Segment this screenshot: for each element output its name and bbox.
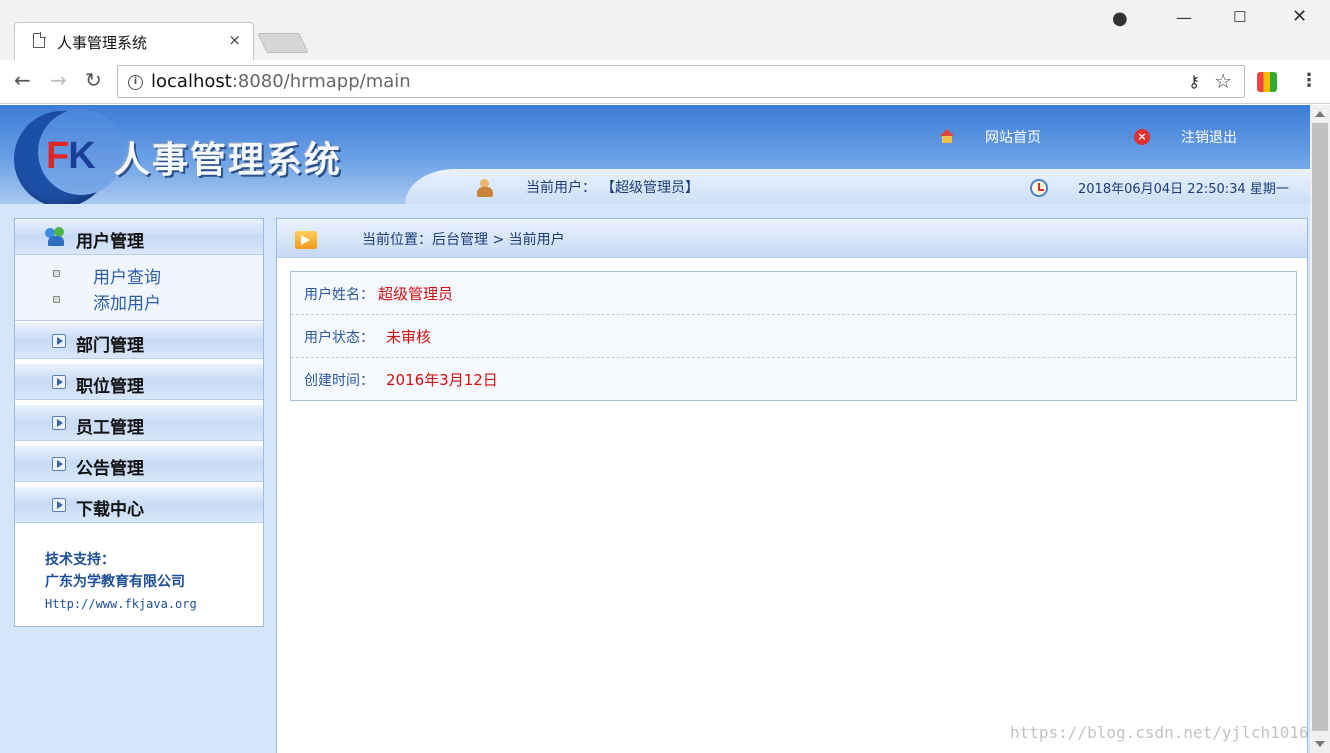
menu-department-management[interactable]: 部门管理	[15, 323, 263, 359]
maximize-icon[interactable]: ☐	[1233, 8, 1246, 26]
breadcrumb: 当前位置：后台管理 > 当前用户	[277, 219, 1307, 258]
scroll-down-icon[interactable]	[1315, 741, 1325, 747]
field-label: 用户姓名：	[304, 287, 374, 303]
expand-arrow-icon	[52, 457, 66, 471]
watermark: https://blog.csdn.net/yjlch1016	[1010, 723, 1309, 742]
menu-label: 职位管理	[76, 377, 144, 397]
close-window-icon[interactable]: ✕	[1292, 6, 1307, 27]
field-value: 未审核	[386, 328, 432, 346]
scroll-thumb[interactable]	[1312, 123, 1328, 731]
submenu-item-user-query[interactable]: 用户查询	[15, 261, 263, 288]
page-icon	[33, 32, 46, 48]
new-tab-button[interactable]	[257, 33, 309, 53]
menu-label: 公告管理	[76, 459, 144, 479]
submenu-label: 用户查询	[93, 268, 161, 288]
logo-fk: FK	[46, 135, 96, 178]
forward-icon[interactable]: →	[50, 70, 67, 90]
browser-menu-icon[interactable]: ⋮	[1300, 70, 1318, 91]
menu-position-management[interactable]: 职位管理	[15, 364, 263, 400]
url-text[interactable]: localhost:8080/hrmapp/main	[151, 71, 411, 92]
submenu-label: 添加用户	[93, 294, 161, 314]
menu-label: 用户管理	[76, 232, 144, 252]
support-title: 技术支持：	[45, 552, 115, 568]
clock-icon	[1030, 179, 1048, 197]
user-info-table: 用户姓名： 超级管理员 用户状态： 未审核 创建时间： 2016年3月12日	[290, 271, 1297, 401]
menu-label: 员工管理	[76, 418, 144, 438]
address-bar[interactable]: i localhost:8080/hrmapp/main ⚷ ☆	[117, 65, 1245, 98]
bookmark-star-icon[interactable]: ☆	[1214, 69, 1232, 93]
vertical-scrollbar[interactable]	[1310, 105, 1330, 753]
home-link[interactable]: 网站首页	[985, 127, 1041, 147]
datetime: 2018年06月04日 22:50:34 星期一	[1078, 182, 1289, 197]
extension-icon[interactable]	[1257, 72, 1277, 92]
breadcrumb-text: 当前位置：后台管理 > 当前用户	[362, 232, 565, 248]
tab-title: 人事管理系统	[57, 34, 148, 52]
field-value: 超级管理员	[378, 285, 454, 303]
url-path: :8080/hrmapp/main	[231, 71, 411, 92]
current-user-value: 【超级管理员】	[601, 180, 699, 196]
reload-icon[interactable]: ↻	[85, 70, 102, 90]
user-submenu: 用户查询 添加用户	[15, 255, 263, 321]
sidebar: 用户管理 用户查询 添加用户 部门管理 职位管理 员工管理 公告管理 下载中心 …	[14, 218, 264, 627]
minimize-icon[interactable]: —	[1176, 8, 1192, 27]
expand-arrow-icon	[52, 416, 66, 430]
site-title: 人事管理系统	[114, 139, 343, 181]
page-header: FK 人事管理系统 网站首页 × 注销退出 当前用户： 【超级管理员】 2018…	[0, 105, 1330, 204]
info-icon[interactable]: i	[128, 75, 143, 90]
tab-close-icon[interactable]: ×	[228, 31, 241, 49]
field-label: 创建时间：	[304, 373, 374, 389]
main-content: 当前位置：后台管理 > 当前用户 用户姓名： 超级管理员 用户状态： 未审核 创…	[276, 218, 1308, 753]
home-icon[interactable]	[940, 129, 954, 143]
arrow-right-icon	[295, 231, 317, 249]
submenu-item-add-user[interactable]: 添加用户	[15, 287, 263, 314]
current-user-label: 当前用户：	[526, 180, 596, 196]
url-host: localhost	[151, 71, 232, 92]
menu-notice-management[interactable]: 公告管理	[15, 446, 263, 482]
expand-arrow-icon	[52, 334, 66, 348]
back-icon[interactable]: ←	[14, 70, 31, 90]
table-row: 用户状态： 未审核	[291, 315, 1296, 358]
field-label: 用户状态：	[304, 330, 374, 346]
users-icon	[45, 227, 67, 247]
expand-arrow-icon	[52, 375, 66, 389]
menu-user-management[interactable]: 用户管理	[15, 219, 263, 255]
menu-employee-management[interactable]: 员工管理	[15, 405, 263, 441]
menu-label: 下载中心	[76, 500, 144, 520]
browser-tabstrip: 人事管理系统 × ● — ☐ ✕	[0, 0, 1330, 60]
key-icon[interactable]: ⚷	[1188, 72, 1200, 91]
table-row: 创建时间： 2016年3月12日	[291, 358, 1296, 401]
field-value: 2016年3月12日	[386, 371, 498, 389]
user-icon	[476, 179, 494, 197]
menu-label: 部门管理	[76, 336, 144, 356]
browser-tab[interactable]: 人事管理系统 ×	[14, 22, 254, 60]
browser-toolbar: ← → ↻ i localhost:8080/hrmapp/main ⚷ ☆ ⋮	[0, 60, 1330, 104]
logout-icon[interactable]: ×	[1134, 129, 1150, 145]
logo-letter-f: F	[46, 135, 69, 177]
logout-link[interactable]: 注销退出	[1181, 127, 1237, 147]
bullet-icon	[53, 296, 60, 303]
tech-support: 技术支持： 广东为学教育有限公司 Http://www.fkjava.org	[45, 549, 197, 615]
expand-arrow-icon	[52, 498, 66, 512]
account-icon[interactable]: ●	[1112, 8, 1128, 29]
bullet-icon	[53, 270, 60, 277]
support-url[interactable]: Http://www.fkjava.org	[45, 593, 197, 615]
menu-download-center[interactable]: 下载中心	[15, 487, 263, 523]
support-company: 广东为学教育有限公司	[45, 574, 185, 590]
table-row: 用户姓名： 超级管理员	[291, 272, 1296, 315]
logo-letter-k: K	[68, 135, 95, 177]
scroll-up-icon[interactable]	[1315, 111, 1325, 117]
